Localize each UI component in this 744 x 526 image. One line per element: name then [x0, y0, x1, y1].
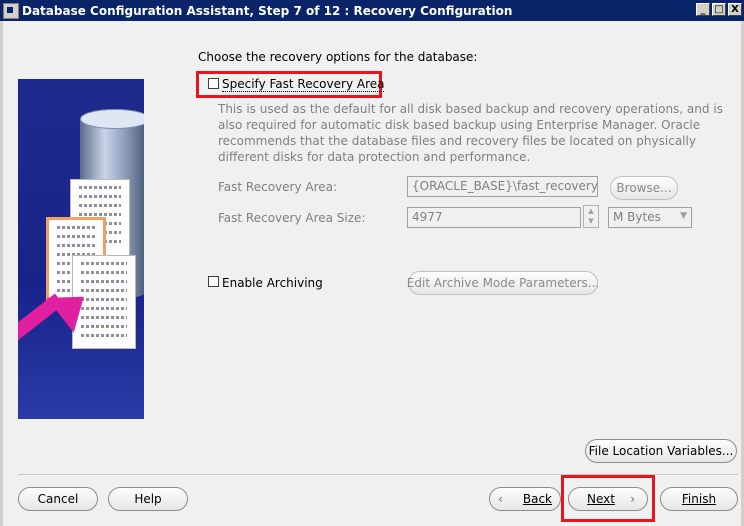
title-bar: Database Configuration Assistant, Step 7…	[0, 0, 744, 21]
size-spinner[interactable]: ▲ ▼	[583, 205, 599, 228]
finish-button[interactable]: Finish	[660, 487, 738, 511]
specify-fast-recovery-checkbox[interactable]	[208, 78, 219, 89]
size-unit-value: M Bytes	[613, 210, 661, 224]
back-button[interactable]: ‹ Back	[489, 487, 561, 511]
next-button[interactable]: Next ›	[568, 487, 648, 511]
spinner-down-icon[interactable]: ▼	[584, 216, 598, 226]
fast-recovery-size-input[interactable]: 4977	[407, 207, 581, 228]
file-location-variables-button[interactable]: File Location Variables...	[585, 439, 737, 463]
fast-recovery-area-label: Fast Recovery Area:	[218, 180, 338, 194]
fast-recovery-area-input[interactable]: {ORACLE_BASE}\fast_recovery_ar	[407, 176, 598, 197]
minimize-button[interactable]: _	[696, 3, 710, 16]
chevron-left-icon: ‹	[498, 492, 503, 506]
spinner-up-icon[interactable]: ▲	[584, 206, 598, 216]
edit-archive-mode-parameters-button[interactable]: Edit Archive Mode Parameters...	[407, 271, 599, 295]
app-icon	[3, 2, 19, 19]
back-button-label: Back	[522, 492, 552, 506]
enable-archiving-checkbox[interactable]	[208, 276, 219, 287]
finish-button-label: Finish	[681, 492, 717, 506]
next-button-label: Next	[587, 492, 615, 506]
help-button[interactable]: Help	[108, 487, 188, 511]
close-button[interactable]: X	[728, 3, 742, 16]
specify-fast-recovery-label[interactable]: Specify Fast Recovery Area	[222, 77, 385, 92]
browse-button[interactable]: Browse...	[610, 176, 678, 200]
enable-archiving-label[interactable]: Enable Archiving	[222, 276, 323, 290]
window-frame-left	[0, 21, 3, 526]
fast-recovery-size-label: Fast Recovery Area Size:	[218, 211, 366, 225]
cancel-button[interactable]: Cancel	[18, 487, 98, 511]
window-title: Database Configuration Assistant, Step 7…	[22, 3, 513, 18]
size-unit-select[interactable]: M Bytes ▼	[608, 207, 692, 228]
maximize-button[interactable]: □	[712, 3, 726, 16]
window-controls: _ □ X	[696, 3, 742, 16]
page-heading: Choose the recovery options for the data…	[198, 50, 478, 64]
chevron-down-icon: ▼	[680, 211, 687, 221]
chevron-right-icon: ›	[630, 492, 635, 506]
database-cylinder-top	[80, 109, 144, 129]
wizard-illustration	[18, 79, 144, 419]
fast-recovery-description: This is used as the default for all disk…	[218, 102, 723, 164]
